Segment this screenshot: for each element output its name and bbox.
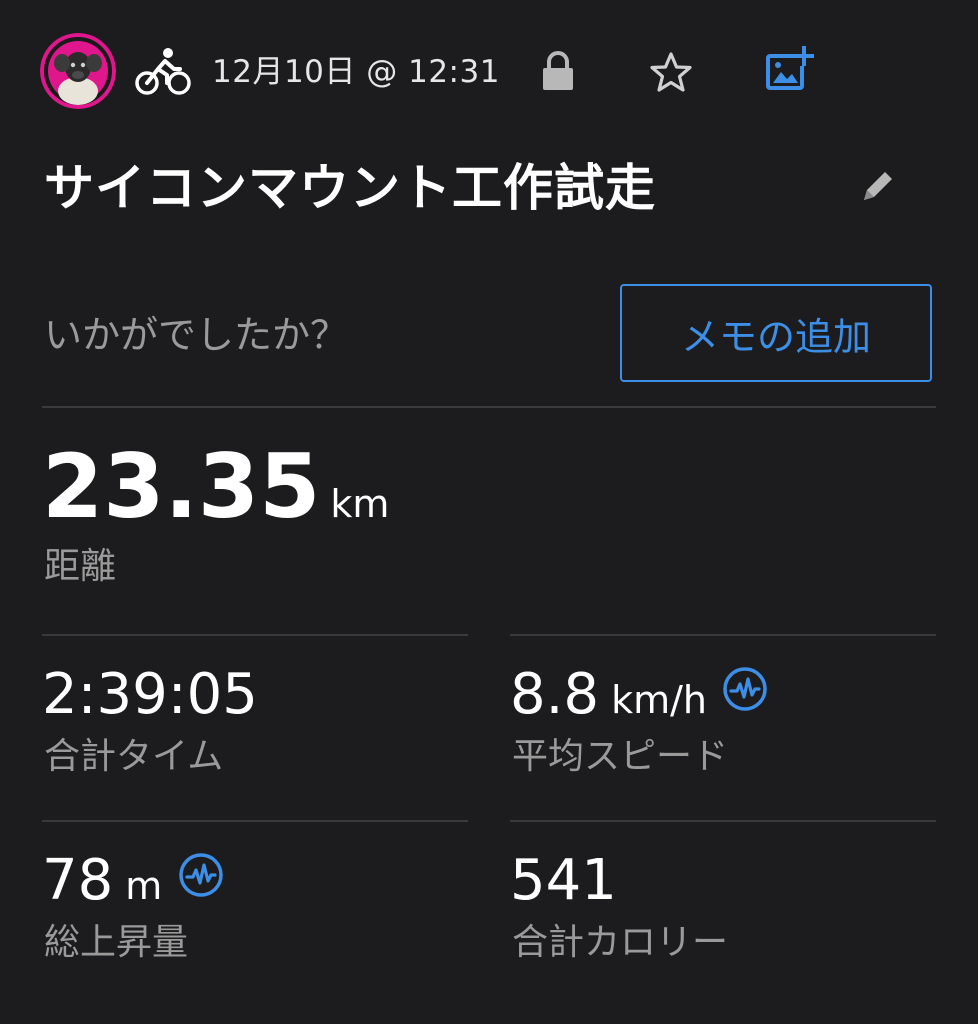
pulse-badge-icon[interactable]: [722, 666, 768, 712]
elevation-gain-unit: m: [125, 864, 163, 908]
avg-speed-unit: km/h: [611, 678, 707, 722]
cycling-icon: [134, 45, 192, 97]
elevation-gain-value: 78 m: [42, 846, 162, 921]
calories-number: 541: [510, 848, 617, 913]
avg-speed-number: 8.8: [510, 662, 600, 727]
avg-speed-label: 平均スピード: [512, 736, 729, 777]
star-icon[interactable]: [648, 50, 694, 94]
divider: [42, 634, 468, 636]
distance-unit: km: [330, 482, 390, 526]
activity-date: 12月10日 @ 12:31: [212, 54, 500, 90]
avatar[interactable]: [40, 33, 116, 109]
calories-value: 541: [510, 846, 617, 916]
activity-title: サイコンマウント工作試走: [44, 159, 656, 217]
pencil-icon[interactable]: [856, 164, 900, 208]
total-time-label: 合計タイム: [44, 736, 224, 777]
divider: [42, 820, 468, 822]
notes-prompt: いかがでしたか？: [44, 313, 349, 357]
lock-icon[interactable]: [540, 50, 576, 92]
calories-label: 合計カロリー: [512, 922, 729, 963]
elevation-gain-label: 総上昇量: [44, 922, 189, 963]
activity-header: 12月10日 @ 12:31: [0, 0, 978, 150]
avg-speed-value: 8.8 km/h: [510, 660, 707, 735]
elevation-gain-number: 78: [42, 848, 114, 913]
add-photo-icon[interactable]: [764, 46, 814, 94]
distance-label: 距離: [44, 546, 117, 587]
add-memo-button[interactable]: メモの追加: [620, 284, 932, 382]
pulse-badge-icon[interactable]: [178, 852, 224, 898]
divider: [42, 406, 936, 408]
divider: [510, 820, 936, 822]
total-time-number: 2:39:05: [42, 662, 258, 727]
total-time-value: 2:39:05: [42, 660, 258, 730]
divider: [510, 634, 936, 636]
distance-value: 23.35: [42, 435, 321, 538]
activity-detail-screen: 12月10日 @ 12:31 サイコンマウント工作試走 いかがでしたか？ メモの…: [0, 0, 978, 1024]
